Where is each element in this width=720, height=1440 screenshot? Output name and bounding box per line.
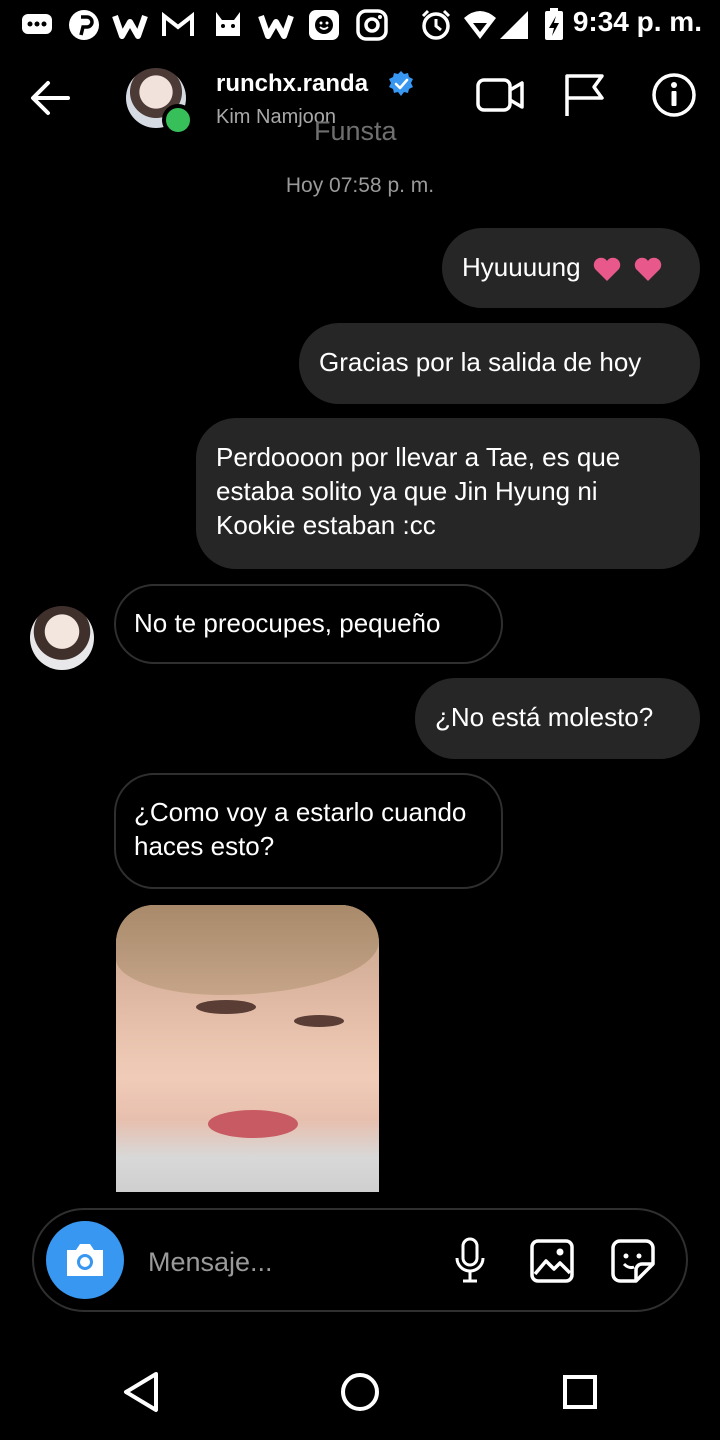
status-time: 9:34 p. m. [572, 6, 702, 37]
signal-icon [500, 11, 528, 39]
camera-button[interactable] [46, 1221, 124, 1299]
message-outgoing[interactable]: Gracias por la salida de hoy [299, 323, 700, 404]
pinterest-icon [69, 10, 99, 40]
overlay-caption: Funsta [314, 116, 397, 146]
gmail-icon [162, 11, 194, 36]
battery-charging-icon [545, 8, 563, 40]
message-text: Hyuuuung [462, 252, 581, 282]
photo-message[interactable] [116, 905, 379, 1192]
message-text: Perdoooon por llevar a Tae, es que estab… [216, 442, 621, 540]
wattpad-icon [112, 15, 148, 39]
verified-badge-icon [389, 71, 413, 96]
photo-detail [196, 1000, 256, 1014]
nav-recents-icon[interactable] [562, 1374, 598, 1410]
smiley-app-icon [309, 10, 339, 40]
message-text: Gracias por la salida de hoy [319, 347, 642, 377]
online-status-dot [162, 104, 194, 136]
message-outgoing[interactable]: ¿No está molesto? [415, 678, 700, 759]
nav-back-icon[interactable] [120, 1370, 162, 1414]
wattpad-icon [258, 15, 294, 39]
message-text: No te preocupes, pequeño [134, 608, 441, 638]
camera-icon [67, 1244, 103, 1276]
message-text: ¿Como voy a estarlo cuando haces esto? [134, 797, 467, 861]
video-call-icon[interactable] [475, 74, 525, 116]
info-icon[interactable] [651, 72, 697, 118]
gallery-icon[interactable] [529, 1238, 575, 1284]
instagram-icon [356, 9, 388, 41]
chat-bubble-icon [22, 14, 52, 34]
message-input[interactable] [146, 1241, 440, 1283]
message-text: ¿No está molesto? [435, 702, 654, 732]
back-arrow-icon[interactable] [28, 78, 72, 118]
heart-icon [634, 257, 662, 282]
message-incoming[interactable]: No te preocupes, pequeño [114, 584, 503, 664]
photo-detail [294, 1015, 344, 1027]
sticker-icon[interactable] [610, 1238, 656, 1284]
heart-icon [593, 257, 620, 282]
photo-detail [208, 1110, 298, 1138]
alarm-icon [421, 9, 451, 40]
message-outgoing[interactable]: Hyuuuung [442, 228, 700, 308]
photo-detail [116, 905, 379, 995]
sender-avatar[interactable] [30, 606, 94, 670]
cat-icon [216, 12, 240, 36]
flag-report-icon[interactable] [562, 72, 608, 118]
contact-username[interactable]: runchx.randa [216, 70, 368, 98]
message-incoming[interactable]: ¿Como voy a estarlo cuando haces esto? [114, 773, 503, 889]
microphone-icon[interactable] [452, 1236, 488, 1284]
wifi-icon [464, 11, 496, 39]
status-bar: 9:34 p. m. [0, 0, 720, 52]
message-outgoing[interactable]: Perdoooon por llevar a Tae, es que estab… [196, 418, 700, 569]
chat-timestamp: Hoy 07:58 p. m. [285, 174, 435, 197]
nav-home-icon[interactable] [340, 1372, 380, 1412]
